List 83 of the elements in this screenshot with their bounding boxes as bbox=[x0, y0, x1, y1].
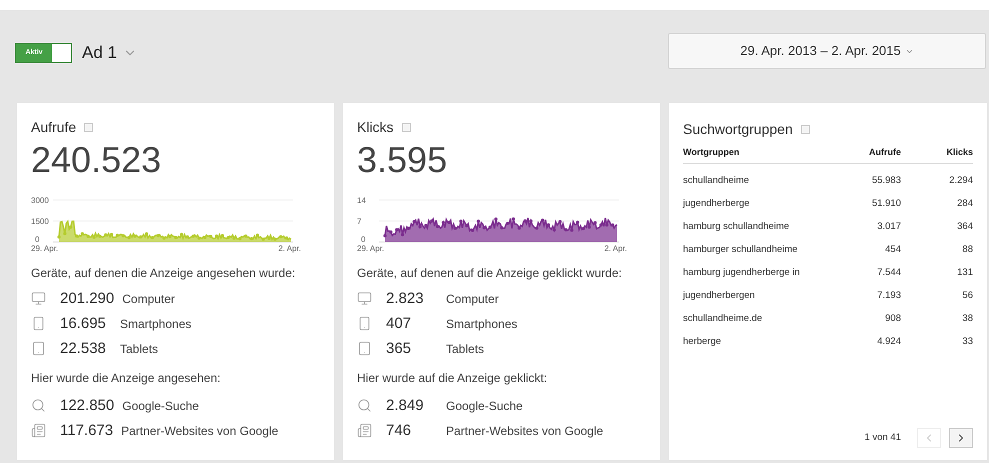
table-cell-text: schullandheime.de bbox=[683, 312, 764, 326]
table-cell-text: 88 bbox=[961, 242, 973, 257]
axis-label: 2. Apr. bbox=[604, 244, 627, 253]
table-cell-text: 7.193 bbox=[876, 288, 901, 303]
stat-value: 407 bbox=[386, 314, 412, 332]
stat-value: 2.849 bbox=[386, 396, 425, 414]
stat-value: 201.290 bbox=[60, 290, 114, 308]
table-cell-text: 38 bbox=[961, 312, 973, 326]
webpage-icon bbox=[357, 423, 372, 438]
search-icon bbox=[31, 398, 46, 413]
stat-label: Smartphones bbox=[446, 316, 518, 332]
column-header: Aufrufe bbox=[868, 146, 901, 159]
column-header: Klicks bbox=[945, 146, 973, 159]
table-cell-text: 3.017 bbox=[876, 220, 901, 234]
section-heading: Hier wurde auf die Anzeige geklickt: bbox=[357, 370, 548, 387]
table-cell-text: 908 bbox=[884, 312, 901, 326]
table-cell-text: 55.983 bbox=[870, 174, 901, 188]
axis-label: 0 bbox=[35, 235, 40, 244]
stat-value: 365 bbox=[386, 340, 412, 358]
section-heading: Hier wurde die Anzeige angesehen: bbox=[31, 370, 222, 387]
table-cell-text: 454 bbox=[884, 242, 901, 257]
monitor-icon bbox=[357, 291, 372, 306]
metric-total: 240.523 bbox=[31, 138, 162, 182]
table-cell-text: hamburg jugendherberge in bbox=[683, 266, 801, 280]
date-range-button[interactable]: 29. Apr. 2013 – 2. Apr. 2015 bbox=[668, 33, 986, 69]
axis-label: 29. Apr. bbox=[31, 244, 58, 253]
axis-label: 7 bbox=[357, 217, 362, 226]
table-cell-text: 364 bbox=[956, 220, 973, 234]
stat-value: 117.673 bbox=[60, 422, 114, 440]
stat-value: 2.823 bbox=[386, 290, 425, 308]
monitor-icon bbox=[31, 291, 46, 306]
card-title: Suchwortgruppen bbox=[683, 120, 793, 139]
table-cell-text: hamburg schullandheime bbox=[683, 220, 790, 234]
section-heading: Geräte, auf denen die Anzeige angesehen wurde: bbox=[31, 265, 296, 282]
stat-label: Tablets bbox=[446, 340, 484, 358]
tablet-icon bbox=[31, 341, 46, 356]
stat-label: Google-Suche bbox=[122, 398, 199, 414]
table-cell-text: 2.294 bbox=[948, 174, 973, 188]
help-icon[interactable] bbox=[402, 123, 411, 132]
table-cell-text: herberge bbox=[683, 334, 722, 349]
table-cell-text: 7.544 bbox=[876, 266, 901, 280]
table-cell-text: 51.910 bbox=[870, 196, 901, 211]
table-cell-text: 33 bbox=[961, 334, 973, 349]
axis-label: 1500 bbox=[31, 217, 49, 226]
stat-value: 16.695 bbox=[60, 314, 107, 332]
stat-value: 746 bbox=[386, 422, 412, 440]
axis-label: 3000 bbox=[31, 196, 49, 205]
next-page-button[interactable] bbox=[949, 428, 973, 448]
stat-value: 22.538 bbox=[60, 340, 107, 358]
tablet-icon bbox=[357, 341, 372, 356]
stat-label: Partner-Websites von Google bbox=[446, 422, 604, 440]
stat-label: Computer bbox=[446, 290, 499, 308]
stat-value: 122.850 bbox=[60, 396, 114, 414]
stat-label: Google-Suche bbox=[446, 398, 523, 414]
column-header: Wortgruppen bbox=[683, 146, 740, 159]
stat-label: Computer bbox=[122, 290, 175, 308]
table-cell-text: jugendherbergen bbox=[683, 288, 756, 303]
metric-total: 3.595 bbox=[357, 138, 448, 182]
webpage-icon bbox=[31, 423, 46, 438]
ad-name[interactable]: Ad 1 bbox=[82, 40, 117, 66]
help-icon[interactable] bbox=[84, 123, 94, 132]
table-cell-text: 56 bbox=[961, 288, 973, 303]
table-cell-text: 284 bbox=[956, 196, 973, 211]
axis-label: 29. Apr. bbox=[357, 244, 384, 253]
help-icon[interactable] bbox=[800, 125, 810, 134]
stat-label: Partner-Websites von Google bbox=[121, 422, 278, 440]
stat-label: Smartphones bbox=[120, 316, 192, 332]
table-cell-text: hamburger schullandheime bbox=[683, 242, 799, 257]
search-icon bbox=[357, 398, 372, 413]
axis-label: 0 bbox=[361, 235, 366, 244]
smartphone-icon bbox=[31, 316, 46, 331]
card-title: Klicks bbox=[357, 118, 394, 137]
axis-label: 2. Apr. bbox=[278, 244, 301, 253]
section-heading: Geräte, auf denen auf die Anzeige geklickt wurde: bbox=[357, 265, 623, 282]
table-cell-text: jugendherberge bbox=[683, 196, 751, 211]
table-cell-text: 131 bbox=[956, 266, 973, 280]
page-indicator: 1 von 41 bbox=[864, 430, 901, 445]
smartphone-icon bbox=[357, 316, 372, 331]
stat-label: Tablets bbox=[120, 340, 158, 358]
axis-label: 14 bbox=[357, 196, 366, 205]
table-cell-text: schullandheime bbox=[683, 174, 750, 188]
card-title: Aufrufe bbox=[31, 118, 76, 137]
table-cell-text: 4.924 bbox=[876, 334, 901, 349]
